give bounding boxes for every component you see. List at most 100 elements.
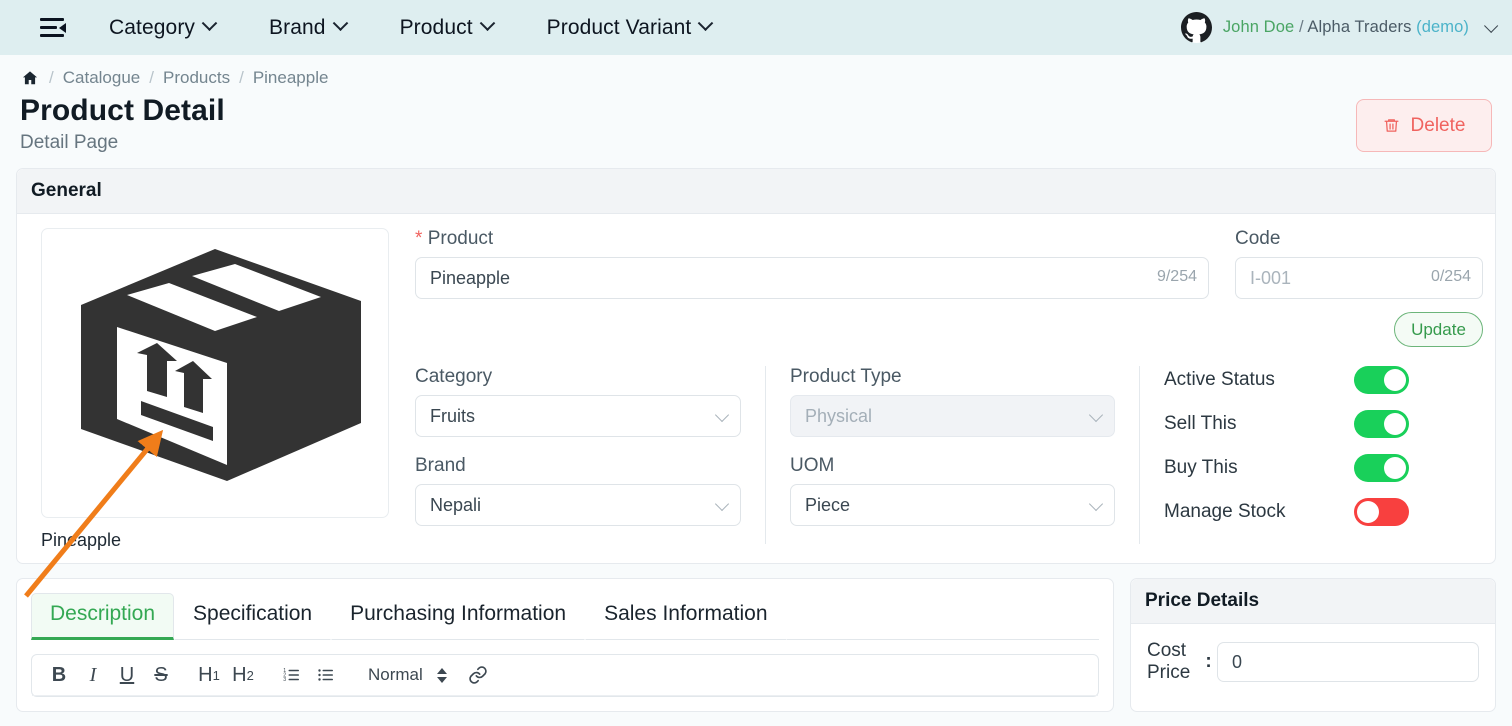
nav-item-brand[interactable]: Brand	[269, 15, 348, 40]
toggle-label: Manage Stock	[1164, 501, 1286, 522]
github-avatar-icon	[1180, 12, 1212, 43]
brand-select-value: Nepali	[430, 494, 482, 515]
buy-this-toggle[interactable]	[1354, 454, 1409, 482]
product-label-text: Product	[427, 228, 494, 249]
user-name: John Doe	[1222, 18, 1295, 36]
strikethrough-icon[interactable]: S	[144, 658, 178, 692]
menu-line-1	[40, 18, 64, 22]
product-image-caption: Pineapple	[41, 530, 122, 550]
chevron-down-icon	[698, 15, 714, 32]
active-status-toggle[interactable]	[1354, 366, 1409, 394]
tab-purchasing-information[interactable]: Purchasing Information	[331, 593, 586, 640]
product-type-select-wrap: Physical	[790, 395, 1115, 437]
product-type-select: Physical	[790, 395, 1115, 437]
nav-item-label: Brand	[269, 15, 326, 39]
category-brand-column: Category Fruits Brand Nepali	[415, 366, 765, 544]
sell-this-toggle[interactable]	[1354, 410, 1409, 438]
product-name-input[interactable]	[415, 257, 1209, 299]
tab-specification[interactable]: Specification	[174, 593, 332, 640]
code-field-label: Code	[1235, 228, 1281, 249]
home-icon[interactable]	[20, 69, 40, 87]
chevron-down-icon	[332, 15, 348, 32]
page-subtitle: Detail Page	[20, 132, 119, 153]
italic-icon[interactable]: I	[76, 658, 110, 692]
format-select[interactable]: Normal	[356, 665, 435, 685]
package-box-placeholder-icon	[65, 243, 365, 503]
tab-sales-information[interactable]: Sales Information	[585, 593, 787, 640]
breadcrumb-separator: /	[239, 68, 244, 87]
heading-1-icon[interactable]: H1	[192, 658, 226, 692]
editor-toolbar: B I U S H1 H2 1 2 3 Normal	[32, 655, 1098, 696]
trash-icon	[1383, 116, 1400, 135]
price-details-body: Cost Price :	[1131, 624, 1495, 700]
menu-fold-icon[interactable]	[40, 15, 66, 41]
uom-select[interactable]: Piece	[790, 484, 1115, 526]
breadcrumb-item-pineapple: Pineapple	[252, 68, 329, 87]
page-header: / Catalogue / Products / Pineapple Produ…	[0, 55, 1512, 154]
breadcrumb-separator: /	[49, 68, 54, 87]
breadcrumb-item-products[interactable]: Products	[163, 68, 230, 88]
cost-price-input[interactable]	[1217, 642, 1479, 682]
menu-line-3	[40, 33, 64, 37]
product-image-column: Pineapple	[31, 228, 395, 551]
link-icon[interactable]	[461, 658, 495, 692]
menu-line-2	[40, 26, 57, 29]
app-root: Category Brand Product Product Variant J…	[0, 0, 1512, 726]
svg-text:3: 3	[283, 677, 286, 683]
nav-item-product-variant[interactable]: Product Variant	[546, 15, 714, 40]
price-details-card: Price Details Cost Price :	[1130, 578, 1496, 712]
category-select[interactable]: Fruits	[415, 395, 741, 437]
bullet-list-icon[interactable]	[308, 658, 342, 692]
heading-2-icon[interactable]: H2	[226, 658, 260, 692]
brand-select[interactable]: Nepali	[415, 484, 741, 526]
brand-select-wrap: Nepali	[415, 484, 741, 526]
general-card: General Pineapple * Product Pineapple 9/…	[16, 168, 1496, 564]
user-separator: /	[1298, 18, 1304, 36]
toggle-knob	[1384, 413, 1406, 435]
cost-price-label: Cost Price	[1147, 640, 1191, 683]
delete-button[interactable]: Delete	[1356, 99, 1492, 152]
product-field-label: * Product	[415, 228, 1209, 250]
product-image-box[interactable]	[41, 228, 389, 518]
uom-label: UOM	[790, 455, 835, 476]
general-form: * Product 9/254 Code 0/254	[395, 228, 1483, 551]
chevron-down-icon[interactable]	[1484, 18, 1499, 33]
stepper-up-arrow	[436, 667, 447, 674]
breadcrumb-item-catalogue[interactable]: Catalogue	[63, 68, 141, 88]
tab-description[interactable]: Description	[31, 593, 175, 640]
toggle-column: Active Status Sell This Buy This Manage …	[1139, 366, 1483, 544]
nav-item-label: Category	[109, 15, 196, 39]
toolbar-spacer	[447, 658, 461, 692]
tabs-card: Description Specification Purchasing Inf…	[16, 578, 1114, 712]
breadcrumb: / Catalogue / Products / Pineapple	[20, 55, 1492, 88]
user-account-label: John Doe / Alpha Traders (demo)	[1223, 18, 1469, 37]
update-button[interactable]: Update	[1394, 312, 1483, 347]
toggle-label: Sell This	[1164, 413, 1237, 434]
user-account-menu[interactable]: John Doe / Alpha Traders (demo)	[1180, 0, 1499, 55]
brand-label: Brand	[415, 455, 466, 476]
toolbar-spacer	[342, 658, 356, 692]
nav-item-category[interactable]: Category	[109, 15, 218, 40]
toggle-row-buy-this: Buy This	[1164, 454, 1483, 482]
description-editor: B I U S H1 H2 1 2 3 Normal	[31, 654, 1099, 697]
product-field: * Product 9/254	[415, 228, 1209, 347]
cost-price-colon: :	[1205, 651, 1212, 672]
fold-arrow-glyph	[59, 22, 66, 33]
manage-stock-toggle[interactable]	[1354, 498, 1409, 526]
ordered-list-icon[interactable]: 1 2 3	[274, 658, 308, 692]
format-stepper-icon[interactable]	[436, 667, 447, 683]
general-section-title: General	[17, 169, 1495, 214]
format-select-value: Normal	[368, 665, 423, 684]
underline-icon[interactable]: U	[110, 658, 144, 692]
nav-item-product[interactable]: Product	[400, 15, 495, 40]
bold-icon[interactable]: B	[42, 658, 76, 692]
code-field: Code 0/254 Update	[1235, 228, 1483, 347]
code-input[interactable]	[1235, 257, 1483, 299]
tab-bar: Description Specification Purchasing Inf…	[17, 579, 1113, 640]
nav-item-label: Product Variant	[546, 15, 692, 39]
product-type-label: Product Type	[790, 366, 902, 387]
toggle-label: Active Status	[1164, 369, 1275, 390]
toggle-label: Buy This	[1164, 457, 1238, 478]
toggle-row-manage-stock: Manage Stock	[1164, 498, 1483, 526]
toggle-knob	[1357, 501, 1379, 523]
